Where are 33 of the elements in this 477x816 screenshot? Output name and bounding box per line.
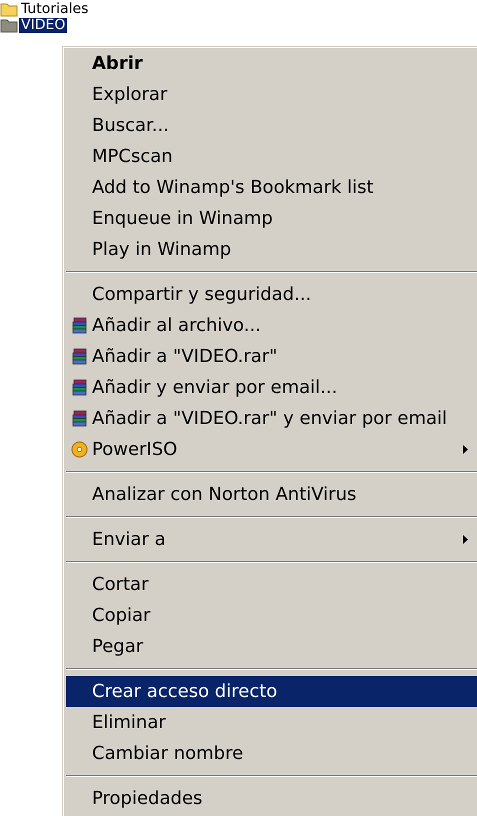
menu-item[interactable]: Buscar...	[66, 110, 477, 141]
menu-item[interactable]: Añadir y enviar por email...	[66, 372, 477, 403]
folder-icon	[0, 2, 18, 16]
books-icon	[70, 410, 88, 427]
menu-item[interactable]: Analizar con Norton AntiVirus	[66, 479, 477, 510]
folder-icon	[0, 18, 18, 32]
menu-item[interactable]: Propiedades	[66, 783, 477, 814]
menu-item[interactable]: Enqueue in Winamp	[66, 203, 477, 234]
menu-item[interactable]: Play in Winamp	[66, 234, 477, 265]
menu-item[interactable]: Añadir a "VIDEO.rar" y enviar por email	[66, 403, 477, 434]
menu-item[interactable]: Add to Winamp's Bookmark list	[66, 172, 477, 203]
menu-item[interactable]: Añadir al archivo...	[66, 310, 477, 341]
menu-item[interactable]: Cortar	[66, 569, 477, 600]
disc-icon	[70, 441, 88, 458]
menu-item[interactable]: Cambiar nombre	[66, 738, 477, 769]
menu-item[interactable]: Explorar	[66, 79, 477, 110]
menu-item[interactable]: Abrir	[66, 48, 477, 79]
folder-label[interactable]: VIDEO	[19, 18, 68, 32]
menu-item[interactable]: MPCscan	[66, 141, 477, 172]
menu-item[interactable]: Añadir a "VIDEO.rar"	[66, 341, 477, 372]
submenu-arrow-icon	[463, 445, 468, 454]
menu-item[interactable]: PowerISO	[66, 434, 477, 465]
menu-item[interactable]: Pegar	[66, 631, 477, 662]
menu-item[interactable]: Enviar a	[66, 524, 477, 555]
menu-item[interactable]: Crear acceso directo	[66, 676, 477, 707]
menu-item[interactable]: Eliminar	[66, 707, 477, 738]
books-icon	[70, 379, 88, 396]
books-icon	[70, 348, 88, 365]
submenu-arrow-icon	[463, 535, 468, 544]
menu-item[interactable]: Copiar	[66, 600, 477, 631]
menu-item[interactable]: Compartir y seguridad...	[66, 279, 477, 310]
folder-label[interactable]: Tutoriales	[19, 2, 90, 16]
books-icon	[70, 317, 88, 334]
